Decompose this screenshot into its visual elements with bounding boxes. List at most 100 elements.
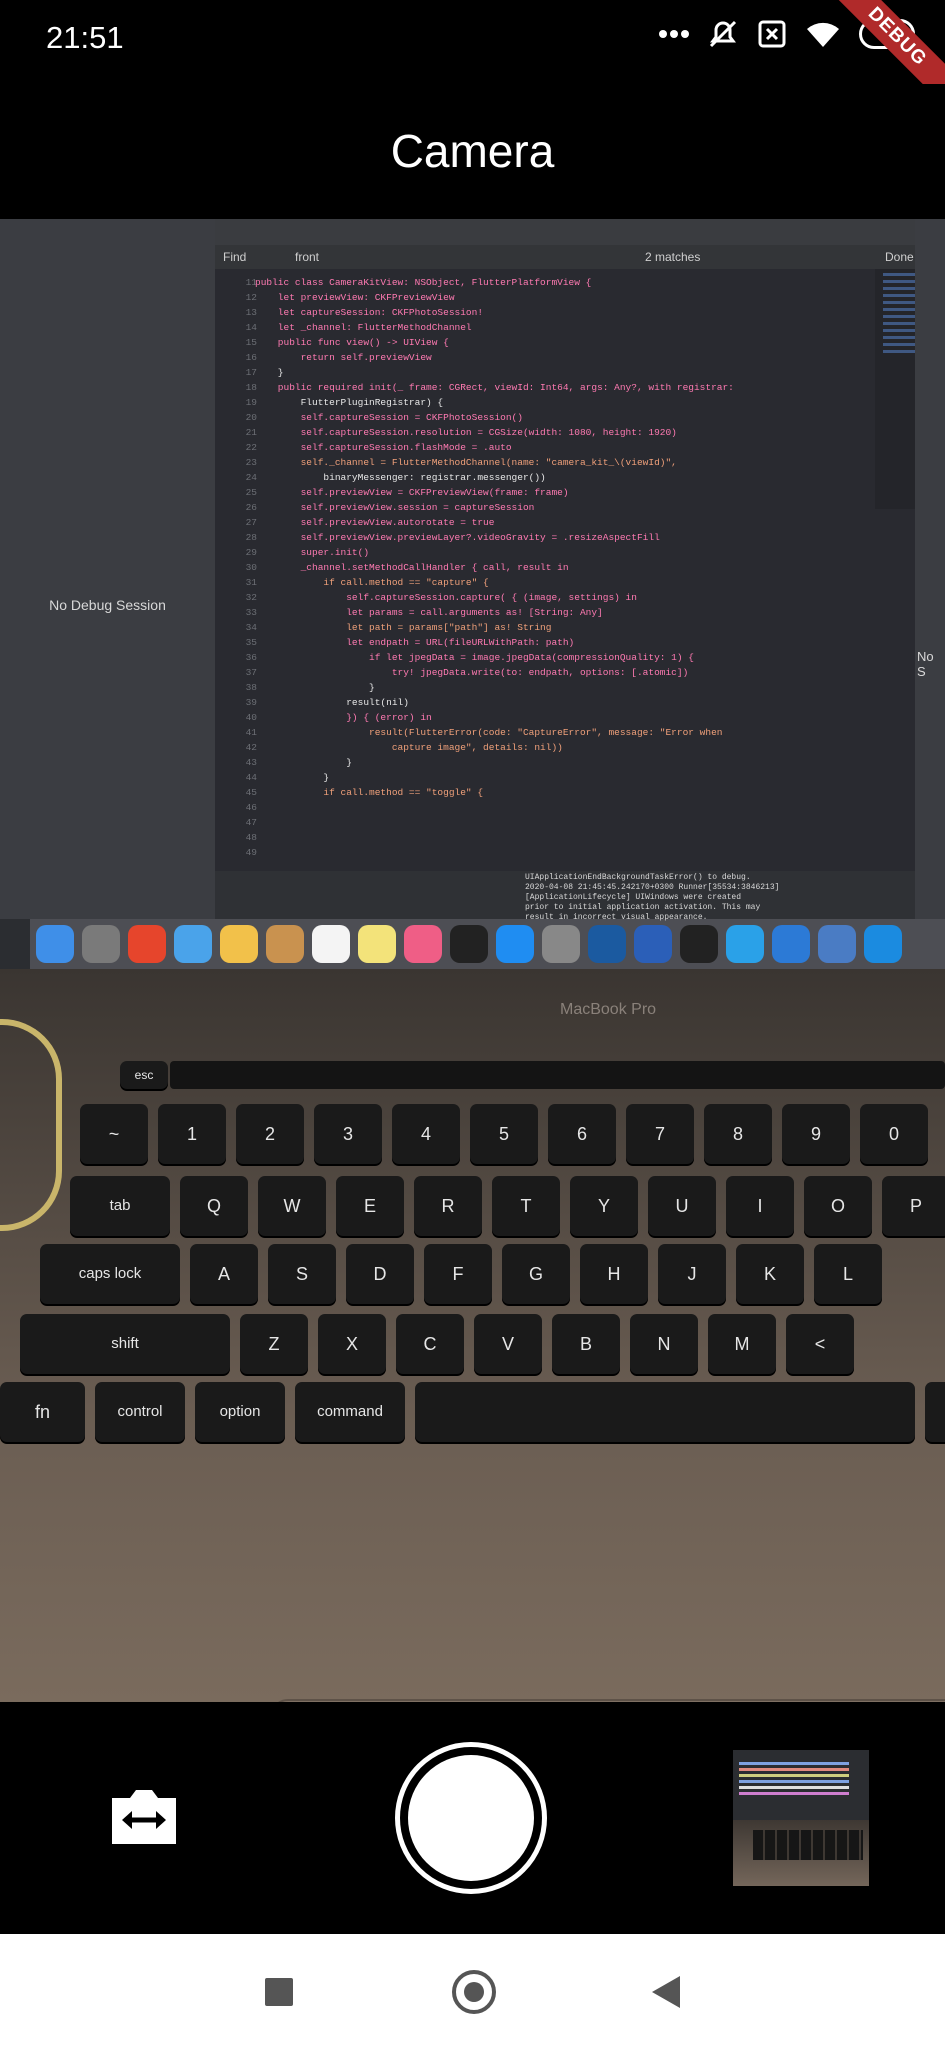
keyboard-key: A [190, 1244, 258, 1304]
keyboard-key: S [268, 1244, 336, 1304]
line-number: 21 [245, 427, 257, 438]
code-line: } [255, 772, 330, 783]
macos-dock [30, 919, 945, 971]
line-number: 45 [245, 787, 257, 798]
switch-camera-icon [112, 1790, 176, 1844]
keyboard-key: 5 [470, 1104, 538, 1164]
inspector-pane: No S [915, 219, 945, 919]
line-number: 22 [245, 442, 257, 453]
vibrate-off-icon [707, 18, 739, 50]
keyboard-key: 6 [548, 1104, 616, 1164]
line-number: 33 [245, 607, 257, 618]
shutter-icon [408, 1755, 534, 1881]
keyboard-key: F [424, 1244, 492, 1304]
shutter-button[interactable] [395, 1742, 547, 1894]
line-number: 26 [245, 502, 257, 513]
sim-off-icon [757, 19, 787, 49]
code-line: public required init(_ frame: CGRect, vi… [255, 382, 734, 393]
line-number: 36 [245, 652, 257, 663]
line-number: 11 [245, 277, 257, 288]
keyboard-key: W [258, 1176, 326, 1236]
line-number: 46 [245, 802, 257, 813]
find-matches: 2 matches [645, 250, 701, 264]
line-number: 49 [245, 847, 257, 858]
code-line: if let jpegData = image.jpegData(compres… [255, 652, 694, 663]
code-line: super.init() [255, 547, 370, 558]
laptop-screen: No Debug Session Find front 2 matches Do… [0, 219, 945, 971]
keyboard-key: K [736, 1244, 804, 1304]
switch-camera-button[interactable] [108, 1784, 180, 1848]
keyboard-key: 4 [392, 1104, 460, 1164]
code-line: self.captureSession.capture( { (image, s… [255, 592, 637, 603]
line-number: 39 [245, 697, 257, 708]
keyboard-key: D [346, 1244, 414, 1304]
keyboard-key: O [804, 1176, 872, 1236]
keyboard-key [415, 1382, 915, 1442]
keyboard-key: N [630, 1314, 698, 1374]
line-number: 31 [245, 577, 257, 588]
keyboard-key: tab [70, 1176, 170, 1236]
code-line: result(FlutterError(code: "CaptureError"… [255, 727, 723, 738]
code-line: let captureSession: CKFPhotoSession! [255, 307, 484, 318]
keyboard-key: fn [0, 1382, 85, 1442]
code-line: self.captureSession = CKFPhotoSession() [255, 412, 523, 423]
line-number: 24 [245, 472, 257, 483]
line-number: 44 [245, 772, 257, 783]
code-line: try! jpegData.write(to: endpath, options… [255, 667, 689, 678]
code-line: if call.method == "toggle" { [255, 787, 484, 798]
code-line: public class CameraKitView: NSObject, Fl… [255, 277, 592, 288]
code-line: self.captureSession.flashMode = .auto [255, 442, 512, 453]
xcode-toolbar [215, 219, 945, 245]
line-number: 25 [245, 487, 257, 498]
line-number: 15 [245, 337, 257, 348]
line-number: 16 [245, 352, 257, 363]
cable [0, 1019, 62, 1231]
code-line: let _channel: FlutterMethodChannel [255, 322, 472, 333]
code-line: self.previewView = CKFPreviewView(frame:… [255, 487, 569, 498]
code-line: }) { (error) in [255, 712, 432, 723]
camera-preview[interactable]: No Debug Session Find front 2 matches Do… [0, 219, 945, 1702]
laptop-brand: MacBook Pro [560, 1001, 657, 1018]
line-number: 34 [245, 622, 257, 633]
line-number: 18 [245, 382, 257, 393]
keyboard-key: 2 [236, 1104, 304, 1164]
code-line: return self.previewView [255, 352, 432, 363]
line-number: 28 [245, 532, 257, 543]
line-number: 19 [245, 397, 257, 408]
line-number: 32 [245, 592, 257, 603]
line-number: 47 [245, 817, 257, 828]
back-icon[interactable] [652, 1976, 680, 2008]
code-line: self.previewView.session = captureSessio… [255, 502, 535, 513]
keyboard-key: control [95, 1382, 185, 1442]
home-icon[interactable] [452, 1970, 496, 2014]
code-line: let params = call.arguments as! [String:… [255, 607, 603, 618]
line-number: 29 [245, 547, 257, 558]
code-line: FlutterPluginRegistrar) { [255, 397, 444, 408]
laptop-body: MacBook Pro esc ~1 2 3 4 5 6 7 8 9 0 tab Q W E R T Y U I O P… [0, 969, 945, 1702]
keyboard-key: T [492, 1176, 560, 1236]
keyboard-key: 0 [860, 1104, 928, 1164]
find-label: Find [223, 250, 247, 264]
keyboard-key: P [882, 1176, 945, 1236]
code-editor: 11 12 13 14 15 16 17 18 19 20 21 22 23 24 25 26 27 28 29 30… [215, 269, 915, 889]
code-line: } [255, 682, 375, 693]
keyboard-key: C [396, 1314, 464, 1374]
console-text: UIApplicationEndBackgroundTaskError() to… [525, 873, 780, 922]
last-photo-thumbnail[interactable] [733, 1750, 869, 1886]
line-number: 13 [245, 307, 257, 318]
line-number: 17 [245, 367, 257, 378]
recent-apps-icon[interactable] [265, 1978, 293, 2006]
line-number: 14 [245, 322, 257, 333]
line-number: 37 [245, 667, 257, 678]
code-line: self.captureSession.resolution = CGSize(… [255, 427, 677, 438]
keyboard-key: X [318, 1314, 386, 1374]
code-line: let previewView: CKFPreviewView [255, 292, 455, 303]
keyboard-key: Z [240, 1314, 308, 1374]
line-number: 43 [245, 757, 257, 768]
code-line: capture image", details: nil)) [255, 742, 563, 753]
line-number: 12 [245, 292, 257, 303]
line-number: 27 [245, 517, 257, 528]
keyboard-key: caps lock [40, 1244, 180, 1304]
debug-navigator-pane: No Debug Session [0, 219, 217, 919]
keyboard-key: R [414, 1176, 482, 1236]
